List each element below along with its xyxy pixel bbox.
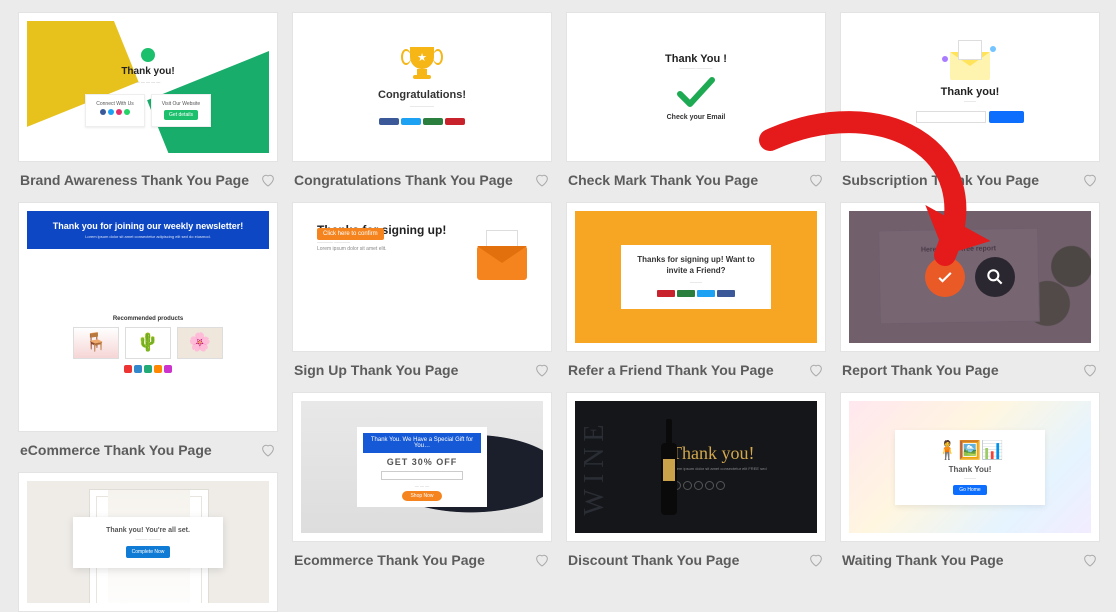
template-thumb[interactable]: WINE Thank you! Lorem ipsum dolor sit am… (566, 392, 826, 542)
wine-text: WINE (579, 418, 611, 515)
cta-button: Go Home (953, 485, 986, 495)
template-card[interactable]: Here's your free report Report Thank You… (840, 202, 1100, 378)
magnify-icon (985, 267, 1005, 287)
thumb-headline: Thank you! (941, 86, 1000, 98)
grid-col-1: Thank you! — — — — — Connect With Us Vis… (18, 12, 278, 612)
template-thumb[interactable]: ★ Congratulations! —————— (292, 12, 552, 162)
template-card[interactable]: Thank You. We Have a Special Gift for Yo… (292, 392, 552, 568)
social-pills (378, 118, 466, 127)
heart-icon[interactable] (1082, 172, 1098, 188)
template-caption: Check Mark Thank You Page (568, 172, 758, 188)
template-thumb[interactable]: Thank You. We Have a Special Gift for Yo… (292, 392, 552, 542)
template-caption: Report Thank You Page (842, 362, 999, 378)
social-icons (671, 476, 771, 492)
box-title: Visit Our Website (158, 101, 204, 107)
heart-icon[interactable] (534, 362, 550, 378)
cta-button: Click here to confirm (317, 228, 384, 240)
heart-icon[interactable] (534, 552, 550, 568)
template-card[interactable]: Thanks for signing up! Want to invite a … (566, 202, 826, 378)
sub-text: Check your Email (667, 114, 726, 121)
heart-icon[interactable] (260, 442, 276, 458)
template-card[interactable]: WINE Thank you! Lorem ipsum dolor sit am… (566, 392, 826, 568)
subscribe-button (989, 111, 1024, 123)
heart-icon[interactable] (260, 172, 276, 188)
heart-icon[interactable] (808, 552, 824, 568)
preview-template-button[interactable] (975, 257, 1015, 297)
template-card[interactable]: ★ Congratulations! —————— Congratulation… (292, 12, 552, 188)
checkmark-icon (141, 48, 155, 62)
cta-button: Shop Now (402, 491, 441, 501)
grid-col-4: Thank you! ——— Subscription Thank You Pa… (840, 12, 1100, 612)
thumb-headline: Thank You ! (665, 53, 727, 65)
box-title: Connect With Us (92, 101, 138, 107)
template-grid: Thank you! — — — — — Connect With Us Vis… (18, 12, 1098, 612)
bottle-icon (661, 419, 677, 517)
template-thumb[interactable]: Thank you! — — — — — Connect With Us Vis… (18, 12, 278, 162)
template-thumb-hovered[interactable]: Here's your free report (840, 202, 1100, 352)
offer-text: GET 30% OFF (363, 457, 481, 467)
illustration-icon: 🧍🖼️📊 (905, 440, 1035, 461)
template-card[interactable]: Thank you! You're all set. ——— ——— Compl… (18, 472, 278, 612)
template-caption: Brand Awareness Thank You Page (20, 172, 249, 188)
template-card[interactable]: 🧍🖼️📊 Thank You! ——— Go Home Waiting Than… (840, 392, 1100, 568)
thumb-headline: Congratulations! (378, 89, 466, 101)
cta-button: Complete Now (126, 546, 171, 558)
template-caption: Congratulations Thank You Page (294, 172, 513, 188)
grid-col-2: ★ Congratulations! —————— Congratulation… (292, 12, 552, 612)
envelope-icon (477, 246, 527, 280)
template-thumb[interactable]: Thanks for signing up! Want to invite a … (566, 202, 826, 352)
banner-title: Thank you for joining our weekly newslet… (35, 221, 261, 231)
check-icon (935, 267, 955, 287)
hover-overlay (849, 211, 1091, 343)
thumb-headline: Thank you! (671, 443, 771, 464)
template-caption: Waiting Thank You Page (842, 552, 1004, 568)
template-card[interactable]: Thank you! ——— Subscription Thank You Pa… (840, 12, 1100, 188)
social-icons (123, 365, 173, 375)
template-caption: Sign Up Thank You Page (294, 362, 458, 378)
heart-icon[interactable] (1082, 552, 1098, 568)
template-caption: Subscription Thank You Page (842, 172, 1039, 188)
heart-icon[interactable] (808, 362, 824, 378)
grid-col-3: Thank You ! ———— ———— Check your Email C… (566, 12, 826, 612)
heart-icon[interactable] (1082, 362, 1098, 378)
template-card[interactable]: Thanks for signing up! ———— ———— Lorem i… (292, 202, 552, 378)
thumb-headline: Thank you! You're all set. (83, 527, 213, 534)
template-thumb[interactable]: Thank You ! ———— ———— Check your Email (566, 12, 826, 162)
trophy-icon: ★ (404, 47, 440, 83)
envelope-icon (950, 52, 990, 80)
template-caption: Ecommerce Thank You Page (294, 552, 485, 568)
social-pills (631, 284, 761, 299)
template-thumb[interactable]: 🧍🖼️📊 Thank You! ——— Go Home (840, 392, 1100, 542)
cta-button: Get details (164, 110, 198, 120)
panel-header: Thank You. We Have a Special Gift for Yo… (363, 433, 481, 453)
template-thumb[interactable]: Thank you! ——— (840, 12, 1100, 162)
template-thumb[interactable]: Thanks for signing up! ———— ———— Lorem i… (292, 202, 552, 352)
heart-icon[interactable] (808, 172, 824, 188)
template-thumb[interactable]: Thank you for joining our weekly newslet… (18, 202, 278, 432)
template-card[interactable]: Thank You ! ———— ———— Check your Email C… (566, 12, 826, 188)
product-row: 🪑 🌵 🌸 (73, 327, 223, 359)
template-caption: Refer a Friend Thank You Page (568, 362, 774, 378)
checkmark-icon (675, 76, 717, 108)
select-template-button[interactable] (925, 257, 965, 297)
thumb-headline: Thank You! (905, 465, 1035, 474)
section-title: Recommended products (113, 316, 183, 322)
template-card[interactable]: Thank you for joining our weekly newslet… (18, 202, 278, 458)
thumb-headline: Thank you! (85, 66, 211, 77)
template-card[interactable]: Thank you! — — — — — Connect With Us Vis… (18, 12, 278, 188)
heart-icon[interactable] (534, 172, 550, 188)
template-caption: eCommerce Thank You Page (20, 442, 212, 458)
thumb-headline: Thanks for signing up! Want to invite a … (631, 255, 761, 276)
template-caption: Discount Thank You Page (568, 552, 739, 568)
template-thumb[interactable]: Thank you! You're all set. ——— ——— Compl… (18, 472, 278, 612)
